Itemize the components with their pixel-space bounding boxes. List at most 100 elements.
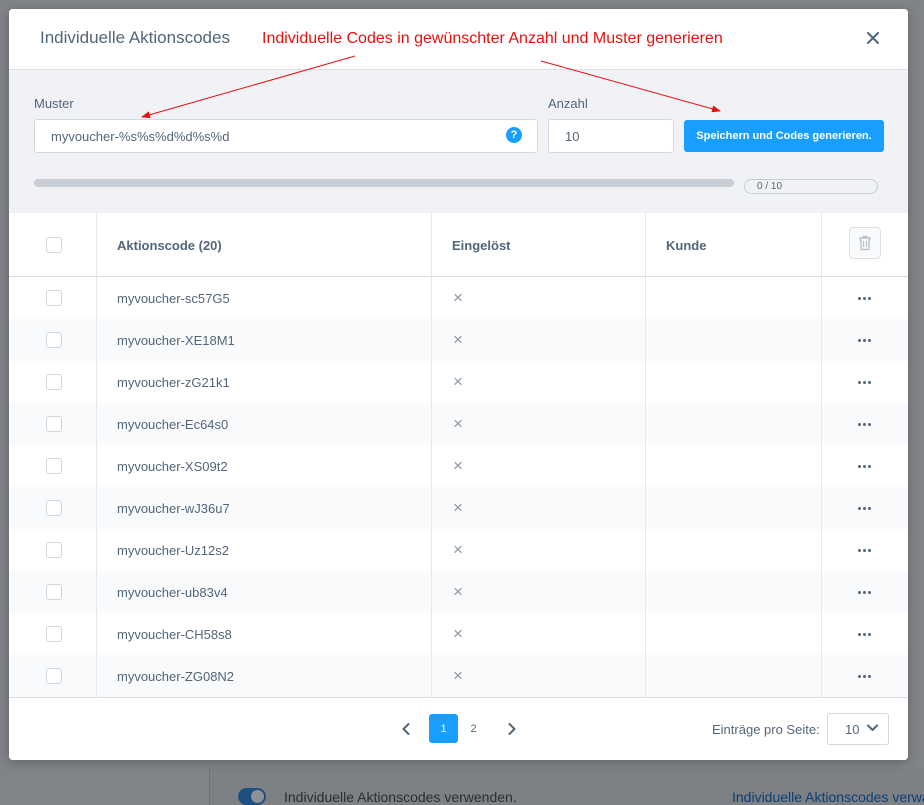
code-cell: myvoucher-wJ36u7 <box>117 500 230 516</box>
redeemed-no-icon: × <box>453 624 463 643</box>
count-label: Anzahl <box>548 96 588 111</box>
row-actions-cell <box>858 445 871 487</box>
row-select-cell <box>46 319 62 361</box>
redeemed-no-icon: × <box>453 540 463 559</box>
row-select-cell <box>46 529 62 571</box>
redeemed-no-icon: × <box>453 666 463 685</box>
per-page-label: Einträge pro Seite: <box>712 722 820 737</box>
row-checkbox[interactable] <box>46 332 62 348</box>
codes-table: Aktionscode (20) Eingelöst Kunde myvouch… <box>9 213 908 697</box>
more-actions-icon[interactable] <box>858 380 871 384</box>
more-actions-icon[interactable] <box>858 506 871 510</box>
delete-selected-button[interactable] <box>849 227 881 259</box>
row-select-cell <box>46 361 62 403</box>
redeemed-no-icon: × <box>453 372 463 391</box>
close-button[interactable] <box>862 27 884 49</box>
pagination-bar: 1 2 Einträge pro Seite: 10 <box>9 697 908 760</box>
row-actions-cell <box>858 277 871 319</box>
code-cell: myvoucher-ub83v4 <box>117 584 228 600</box>
more-actions-icon[interactable] <box>858 548 871 552</box>
column-divider <box>821 213 822 697</box>
progress-counter: 0 / 10 <box>744 179 878 194</box>
code-cell: myvoucher-CH58s8 <box>117 626 232 642</box>
column-divider <box>645 213 646 697</box>
table-row: myvoucher-wJ36u7 × <box>9 487 908 529</box>
annotation-text: Individuelle Codes in gewünschter Anzahl… <box>262 30 723 47</box>
row-select-cell <box>46 487 62 529</box>
redeemed-no-icon: × <box>453 288 463 307</box>
redeemed-no-icon: × <box>453 498 463 517</box>
redeemed-no-icon: × <box>453 456 463 475</box>
code-cell: myvoucher-XS09t2 <box>117 458 228 474</box>
more-actions-icon[interactable] <box>858 338 871 342</box>
row-checkbox[interactable] <box>46 374 62 390</box>
individual-codes-modal: Individuelle Aktionscodes Individuelle C… <box>9 9 908 760</box>
row-checkbox[interactable] <box>46 542 62 558</box>
generate-codes-button[interactable]: Speichern und Codes generieren. <box>684 120 884 152</box>
table-row: myvoucher-Ec64s0 × <box>9 403 908 445</box>
row-select-cell <box>46 445 62 487</box>
code-cell: myvoucher-Ec64s0 <box>117 416 229 432</box>
select-all-checkbox[interactable] <box>46 237 62 253</box>
redeemed-no-icon: × <box>453 414 463 433</box>
table-row: myvoucher-XS09t2 × <box>9 445 908 487</box>
modal-header: Individuelle Aktionscodes Individuelle C… <box>9 9 908 70</box>
per-page-select[interactable]: 10 <box>827 713 889 745</box>
progress-bar <box>34 179 734 187</box>
code-cell: myvoucher-Uz12s2 <box>117 542 229 558</box>
more-actions-icon[interactable] <box>858 464 871 468</box>
table-row: myvoucher-XE18M1 × <box>9 319 908 361</box>
row-select-cell <box>46 655 62 697</box>
row-actions-cell <box>858 571 871 613</box>
row-select-cell <box>46 613 62 655</box>
individual-codes-toggle-label: Individuelle Aktionscodes verwenden. <box>284 789 517 805</box>
table-row: myvoucher-ub83v4 × <box>9 571 908 613</box>
individual-codes-toggle[interactable] <box>238 788 266 805</box>
row-actions-cell <box>858 529 871 571</box>
table-row: myvoucher-sc57G5 × <box>9 277 908 319</box>
previous-page-button[interactable] <box>396 720 416 738</box>
more-actions-icon[interactable] <box>858 422 871 426</box>
row-select-cell <box>46 277 62 319</box>
manage-individual-codes-link[interactable]: Individuelle Aktionscodes verwal <box>732 789 924 805</box>
more-actions-icon[interactable] <box>858 296 871 300</box>
row-actions-cell <box>858 655 871 697</box>
redeemed-no-icon: × <box>453 330 463 349</box>
next-page-button[interactable] <box>502 720 522 738</box>
close-icon <box>867 32 879 44</box>
more-actions-icon[interactable] <box>858 632 871 636</box>
table-header: Aktionscode (20) Eingelöst Kunde <box>9 213 908 277</box>
header-code[interactable]: Aktionscode (20) <box>117 213 222 277</box>
header-customer[interactable]: Kunde <box>666 213 706 277</box>
row-checkbox[interactable] <box>46 416 62 432</box>
row-checkbox[interactable] <box>46 584 62 600</box>
row-actions-cell <box>858 403 871 445</box>
column-divider <box>431 213 432 697</box>
table-row: myvoucher-ZG08N2 × <box>9 655 908 697</box>
help-icon[interactable]: ? <box>506 127 522 143</box>
row-checkbox[interactable] <box>46 290 62 306</box>
chevron-left-icon <box>402 723 410 735</box>
table-row: myvoucher-CH58s8 × <box>9 613 908 655</box>
count-input[interactable] <box>548 119 674 153</box>
row-checkbox[interactable] <box>46 500 62 516</box>
row-actions-cell <box>858 319 871 361</box>
row-actions-cell <box>858 361 871 403</box>
row-checkbox[interactable] <box>46 458 62 474</box>
pattern-label: Muster <box>34 96 74 111</box>
table-body: myvoucher-sc57G5 × myvoucher-XE18M1 × myvouc… <box>9 277 908 697</box>
more-actions-icon[interactable] <box>858 590 871 594</box>
row-select-cell <box>46 571 62 613</box>
pattern-input[interactable] <box>34 119 538 153</box>
more-actions-icon[interactable] <box>858 674 871 678</box>
chevron-right-icon <box>508 723 516 735</box>
row-checkbox[interactable] <box>46 626 62 642</box>
code-cell: myvoucher-sc57G5 <box>117 290 230 306</box>
trash-icon <box>859 235 871 251</box>
header-redeemed[interactable]: Eingelöst <box>452 213 511 277</box>
row-checkbox[interactable] <box>46 668 62 684</box>
column-divider <box>96 213 97 697</box>
table-row: myvoucher-zG21k1 × <box>9 361 908 403</box>
page-button-1[interactable]: 1 <box>429 714 458 743</box>
page-button-2[interactable]: 2 <box>459 714 488 743</box>
